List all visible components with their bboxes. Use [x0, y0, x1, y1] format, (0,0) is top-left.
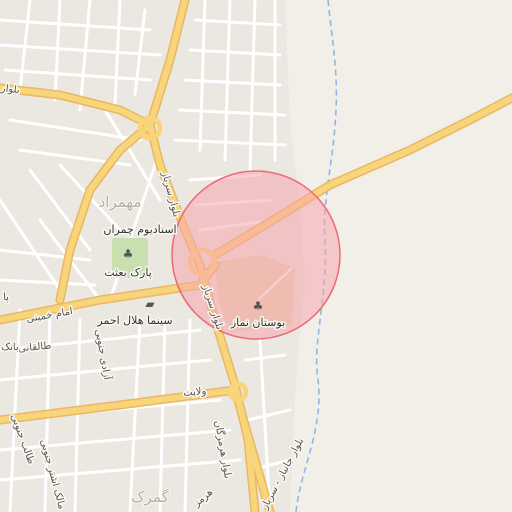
road-label-blvd-top: بلوار: [0, 83, 20, 96]
cinema-label: سینما هلال احمر: [96, 314, 172, 327]
map-view[interactable]: مهمراد گمرک استادیوم چمران ♣ پارک بعثت ▰…: [0, 0, 512, 512]
stadium-label: استادیوم چمران: [103, 223, 176, 236]
tree-icon: ♣: [123, 247, 134, 261]
cinema-icon: ▰: [145, 297, 155, 311]
location-marker-circle[interactable]: [171, 170, 341, 340]
district-label-gomrok: گمرک: [131, 488, 169, 506]
district-label-mehmarad: مهمراد: [99, 193, 142, 211]
road-label-bank: بانک: [1, 342, 19, 353]
tree-icon: ♣: [253, 299, 264, 313]
park-namaz-label: بوستان نماز: [230, 316, 285, 329]
road-label-pa: پا: [3, 292, 9, 303]
road-label-velayat: ولایت: [183, 386, 207, 399]
park-behesht-label: پارک بعثت: [104, 266, 152, 279]
map-canvas[interactable]: مهمراد گمرک استادیوم چمران ♣ پارک بعثت ▰…: [0, 0, 512, 512]
